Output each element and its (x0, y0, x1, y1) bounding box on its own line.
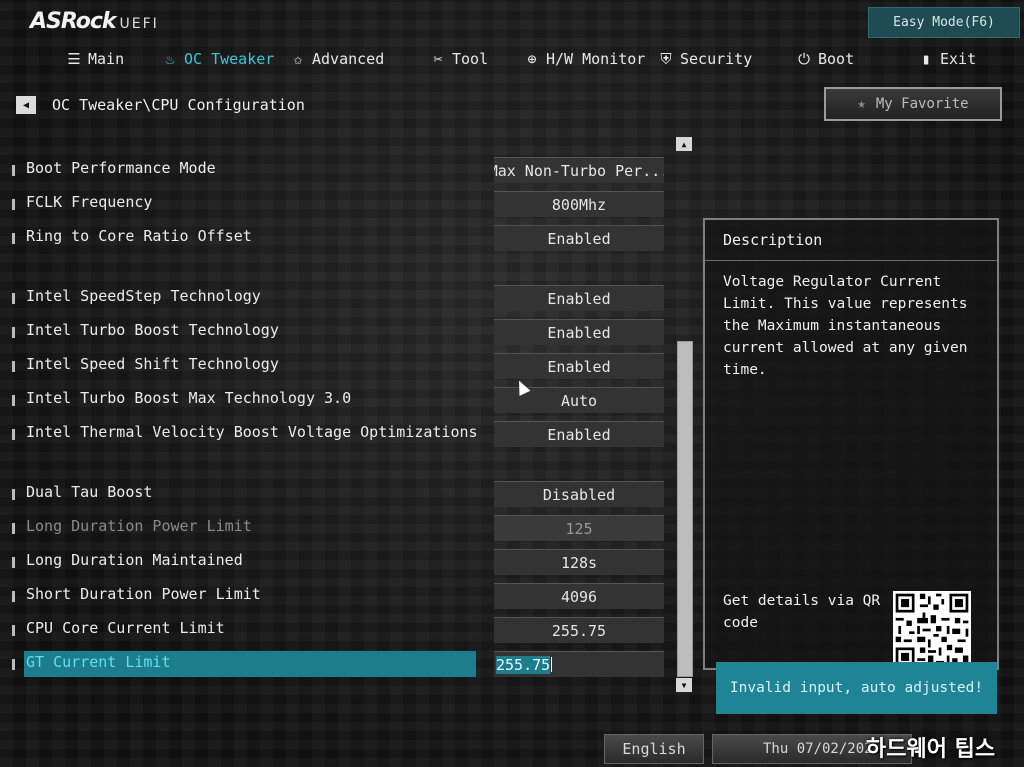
star-icon: ✩ (293, 50, 303, 68)
qr-code-icon (893, 591, 971, 669)
row-marker (12, 395, 15, 406)
invalid-input-toast: Invalid input, auto adjusted! (716, 662, 997, 714)
row-marker (12, 625, 15, 636)
setting-label: FCLK Frequency (26, 193, 153, 211)
power-icon: ⏻ (798, 50, 810, 68)
row-marker (12, 361, 15, 372)
description-panel: Description Voltage Regulator Current Li… (703, 218, 999, 670)
triangle-left-icon: ◀ (22, 99, 30, 111)
setting-row[interactable]: Intel SpeedStep Technology Enabled (10, 285, 670, 311)
main-nav: ☰ Main ♨ OC Tweaker ✩ Advanced ✂ Tool ⊕ … (0, 46, 1024, 76)
setting-label: CPU Core Current Limit (26, 619, 225, 637)
setting-value[interactable]: 255.75 (494, 617, 664, 643)
setting-label: Dual Tau Boost (26, 483, 153, 501)
row-marker (12, 165, 15, 176)
breadcrumb: OC Tweaker\CPU Configuration (52, 96, 305, 114)
my-favorite-button[interactable]: ★ My Favorite (824, 87, 1002, 121)
setting-label: Ring to Core Ratio Offset (26, 227, 252, 245)
nav-tab-main[interactable]: ☰ Main (66, 50, 124, 68)
setting-row[interactable]: Ring to Core Ratio Offset Enabled (10, 225, 670, 251)
tools-icon: ✂ (433, 50, 443, 68)
row-marker (12, 557, 15, 568)
row-marker (12, 327, 15, 338)
setting-label: Intel Thermal Velocity Boost Voltage Opt… (26, 423, 478, 441)
nav-tab-security[interactable]: ⛨ Security (658, 50, 752, 68)
row-marker (12, 523, 15, 534)
setting-label: Intel Speed Shift Technology (26, 355, 279, 373)
setting-value[interactable]: Enabled (494, 285, 664, 311)
row-marker (12, 591, 15, 602)
breadcrumb-row: ◀ OC Tweaker\CPU Configuration (16, 94, 305, 116)
scrollbar[interactable]: ▲ ▼ (676, 137, 694, 693)
setting-label: Short Duration Power Limit (26, 585, 261, 603)
triangle-down-icon: ▼ (681, 680, 687, 690)
nav-tab-advanced[interactable]: ✩ Advanced (290, 50, 384, 68)
description-text: Voltage Regulator Current Limit. This va… (723, 274, 968, 378)
row-marker (12, 659, 15, 670)
setting-label: Long Duration Maintained (26, 551, 243, 569)
nav-tab-oc-tweaker[interactable]: ♨ OC Tweaker (162, 50, 274, 68)
setting-value[interactable]: Enabled (494, 225, 664, 251)
setting-value: 125 (494, 515, 664, 541)
flame-icon: ♨ (165, 50, 175, 68)
setting-value[interactable]: Enabled (494, 319, 664, 345)
scroll-down-button[interactable]: ▼ (676, 678, 692, 692)
setting-label: Intel SpeedStep Technology (26, 287, 261, 305)
watermark: 하드웨어 팁스 (866, 737, 996, 762)
qr-caption: Get details via QR code (723, 593, 881, 631)
star-icon: ★ (857, 96, 866, 112)
setting-row[interactable]: Dual Tau Boost Disabled (10, 481, 670, 507)
back-button[interactable]: ◀ (16, 96, 36, 114)
scroll-up-button[interactable]: ▲ (676, 137, 692, 151)
language-button[interactable]: English (604, 734, 704, 764)
setting-label: GT Current Limit (26, 653, 171, 671)
setting-row[interactable]: Boot Performance Mode Max Non-Turbo Per.… (10, 157, 670, 183)
setting-row[interactable]: Intel Turbo Boost Technology Enabled (10, 319, 670, 345)
row-marker (12, 293, 15, 304)
setting-label: Boot Performance Mode (26, 159, 216, 177)
setting-row[interactable]: Intel Turbo Boost Max Technology 3.0 Aut… (10, 387, 670, 413)
setting-row[interactable]: Intel Thermal Velocity Boost Voltage Opt… (10, 421, 670, 447)
nav-tab-hw-monitor[interactable]: ⊕ H/W Monitor (524, 50, 645, 68)
setting-row: Long Duration Power Limit 125 (10, 515, 670, 541)
setting-value[interactable]: Disabled (494, 481, 664, 507)
setting-value[interactable]: Enabled (494, 421, 664, 447)
asrock-logo: ASRock UEFI (30, 9, 159, 34)
text-cursor (551, 657, 553, 672)
triangle-up-icon: ▲ (681, 139, 687, 149)
setting-row[interactable]: Short Duration Power Limit 4096 (10, 583, 670, 609)
exit-icon: ▮ (921, 50, 931, 68)
monitor-icon: ⊕ (527, 50, 537, 68)
row-marker (12, 199, 15, 210)
setting-label: Intel Turbo Boost Max Technology 3.0 (26, 389, 352, 407)
shield-icon: ⛨ (660, 50, 672, 68)
nav-tab-tool[interactable]: ✂ Tool (430, 50, 488, 68)
row-marker (12, 429, 15, 440)
nav-tab-exit[interactable]: ▮ Exit (918, 50, 976, 68)
row-marker (12, 233, 15, 244)
setting-row[interactable]: Intel Speed Shift Technology Enabled (10, 353, 670, 379)
description-title: Description (705, 220, 997, 261)
nav-tab-boot[interactable]: ⏻ Boot (796, 50, 854, 68)
gt-current-limit-input[interactable]: 255.75 (494, 651, 664, 677)
setting-value[interactable]: 128s (494, 549, 664, 575)
setting-label: Long Duration Power Limit (26, 517, 252, 535)
setting-value[interactable]: Max Non-Turbo Per... (494, 157, 664, 183)
setting-row-selected[interactable]: GT Current Limit 255.75 (10, 651, 670, 677)
easy-mode-button[interactable]: Easy Mode(F6) (868, 7, 1020, 38)
setting-row[interactable]: Long Duration Maintained 128s (10, 549, 670, 575)
setting-row[interactable]: CPU Core Current Limit 255.75 (10, 617, 670, 643)
list-icon: ☰ (67, 50, 81, 68)
setting-value[interactable]: 4096 (494, 583, 664, 609)
setting-label: Intel Turbo Boost Technology (26, 321, 279, 339)
scroll-thumb[interactable] (677, 341, 693, 677)
setting-value[interactable]: Enabled (494, 353, 664, 379)
row-marker (12, 489, 15, 500)
setting-row[interactable]: FCLK Frequency 800Mhz (10, 191, 670, 217)
setting-value[interactable]: 800Mhz (494, 191, 664, 217)
